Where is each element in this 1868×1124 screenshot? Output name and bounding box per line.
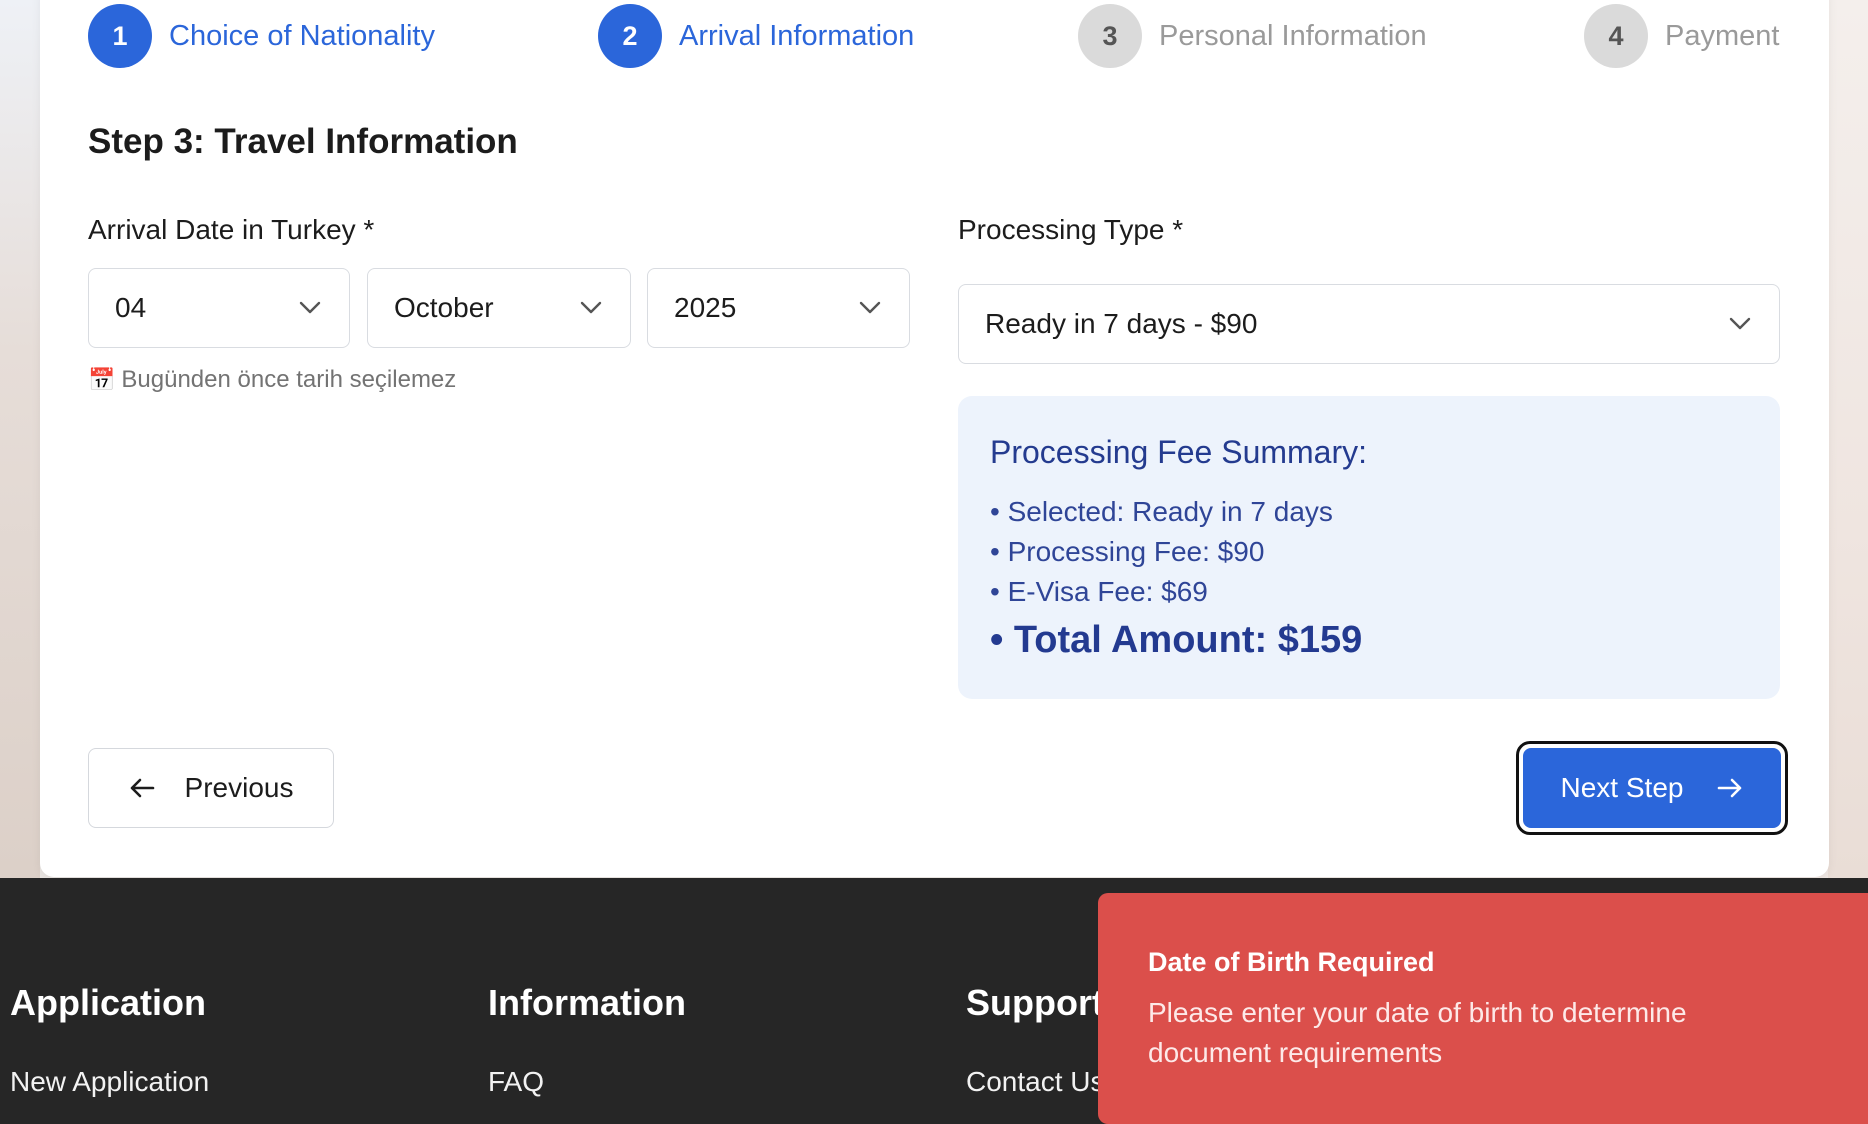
- processing-type-value: Ready in 7 days - $90: [985, 308, 1258, 339]
- fee-summary-panel: Processing Fee Summary: • Selected: Read…: [958, 396, 1780, 699]
- step-label: Payment: [1665, 19, 1780, 52]
- chevron-down-icon: [1729, 317, 1751, 330]
- footer-heading-support: Support: [966, 982, 1104, 1023]
- fee-evisa-item: • E-Visa Fee: $69: [990, 576, 1208, 607]
- error-toast[interactable]: Date of Birth Required Please enter your…: [1098, 893, 1868, 1124]
- step-personal-information[interactable]: 3 Personal Information: [1078, 4, 1427, 68]
- fee-summary-title: Processing Fee Summary:: [990, 434, 1368, 470]
- fee-summary-list: • Selected: Ready in 7 days • Processing…: [990, 492, 1362, 660]
- processing-type-label: Processing Type *: [958, 214, 1184, 245]
- toast-title: Date of Birth Required: [1148, 947, 1435, 977]
- fee-processing-item: • Processing Fee: $90: [990, 536, 1265, 567]
- step-label: Arrival Information: [679, 19, 915, 52]
- step-number-badge: 3: [1078, 4, 1142, 68]
- calendar-icon: 📅: [88, 367, 116, 392]
- next-step-button-label: Next Step: [1560, 772, 1684, 803]
- chevron-down-icon: [859, 301, 881, 314]
- step-number-badge: 4: [1584, 4, 1648, 68]
- arrival-month-select[interactable]: October: [367, 268, 631, 348]
- previous-button-label: Previous: [184, 772, 294, 803]
- processing-type-select[interactable]: Ready in 7 days - $90: [958, 284, 1780, 364]
- footer-link-contact[interactable]: Contact Us: [966, 1066, 1105, 1098]
- date-hint: 📅 Bugünden önce tarih seçilemez: [88, 366, 456, 394]
- next-step-button-inner[interactable]: Next Step: [1523, 748, 1781, 828]
- page-background-left: [0, 0, 40, 878]
- fee-selected-item: • Selected: Ready in 7 days: [990, 496, 1333, 527]
- arrow-right-icon: [1718, 778, 1742, 798]
- next-step-button[interactable]: Next Step: [1516, 741, 1788, 835]
- chevron-down-icon: [580, 301, 602, 314]
- arrival-day-value: 04: [115, 292, 147, 323]
- step-label: Choice of Nationality: [169, 19, 435, 52]
- step-number-badge: 2: [598, 4, 662, 68]
- arrival-date-label: Arrival Date in Turkey *: [88, 214, 375, 245]
- previous-button[interactable]: Previous: [88, 748, 334, 828]
- fee-total-item: • Total Amount: $159: [990, 619, 1363, 661]
- footer-link-faq[interactable]: FAQ: [488, 1066, 544, 1098]
- arrival-month-value: October: [394, 292, 494, 323]
- section-title: Step 3: Travel Information: [88, 122, 518, 161]
- arrival-year-select[interactable]: 2025: [647, 268, 910, 348]
- footer-link-new-application[interactable]: New Application: [10, 1066, 209, 1098]
- footer-heading-application: Application: [10, 982, 206, 1023]
- date-hint-text: Bugünden önce tarih seçilemez: [121, 366, 457, 393]
- step-payment[interactable]: 4 Payment: [1584, 4, 1779, 68]
- progress-stepper: 1 Choice of Nationality 2 Arrival Inform…: [88, 4, 1780, 68]
- toast-message: Please enter your date of birth to deter…: [1148, 997, 1687, 1068]
- footer-heading-information: Information: [488, 982, 686, 1023]
- step-arrival-information[interactable]: 2 Arrival Information: [598, 4, 914, 68]
- arrow-left-icon: [130, 778, 154, 798]
- arrival-day-select[interactable]: 04: [88, 268, 350, 348]
- page-background-right: [1828, 0, 1868, 878]
- chevron-down-icon: [299, 301, 321, 314]
- step-nationality[interactable]: 1 Choice of Nationality: [88, 4, 435, 68]
- step-number-badge: 1: [88, 4, 152, 68]
- arrival-year-value: 2025: [674, 292, 737, 323]
- step-label: Personal Information: [1159, 19, 1427, 52]
